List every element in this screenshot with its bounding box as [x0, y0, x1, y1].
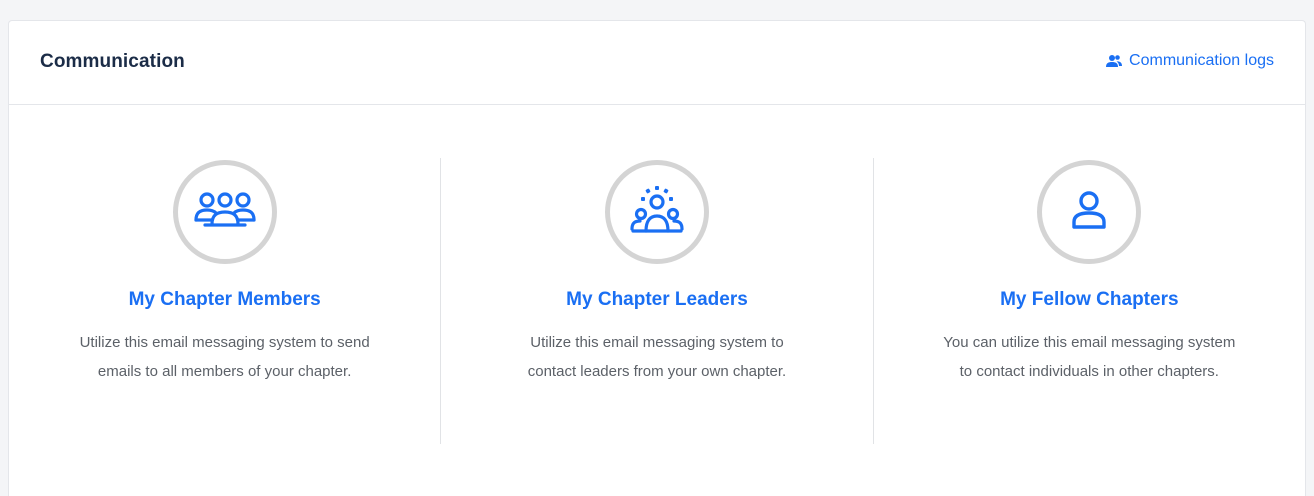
- messaging-options: My Chapter Members Utilize this email me…: [9, 158, 1305, 444]
- icon-ring: [1037, 160, 1142, 264]
- option-title[interactable]: My Chapter Members: [9, 289, 440, 311]
- communication-card: Communication Communication logs My Chap…: [8, 20, 1306, 496]
- communication-logs-label: Communication logs: [1129, 52, 1274, 69]
- group-icon: [193, 190, 257, 235]
- icon-ring: [172, 160, 277, 264]
- option-title[interactable]: My Chapter Leaders: [441, 289, 872, 311]
- person-icon: [1071, 190, 1107, 235]
- option-chapter-leaders: My Chapter Leaders Utilize this email me…: [440, 158, 872, 444]
- users-icon: [1105, 54, 1123, 68]
- option-description: You can utilize this email messaging sys…: [943, 334, 1236, 380]
- option-chapter-members: My Chapter Members Utilize this email me…: [9, 158, 440, 444]
- icon-ring: [604, 160, 709, 264]
- leader-icon: [629, 185, 685, 240]
- option-fellow-chapters: My Fellow Chapters You can utilize this …: [872, 158, 1305, 444]
- option-title[interactable]: My Fellow Chapters: [874, 289, 1305, 311]
- card-header: Communication Communication logs: [9, 21, 1305, 105]
- communication-logs-link[interactable]: Communication logs: [1105, 52, 1274, 70]
- option-description: Utilize this email messaging system to c…: [527, 334, 787, 380]
- option-description: Utilize this email messaging system to s…: [79, 334, 370, 380]
- card-title: Communication: [40, 51, 185, 72]
